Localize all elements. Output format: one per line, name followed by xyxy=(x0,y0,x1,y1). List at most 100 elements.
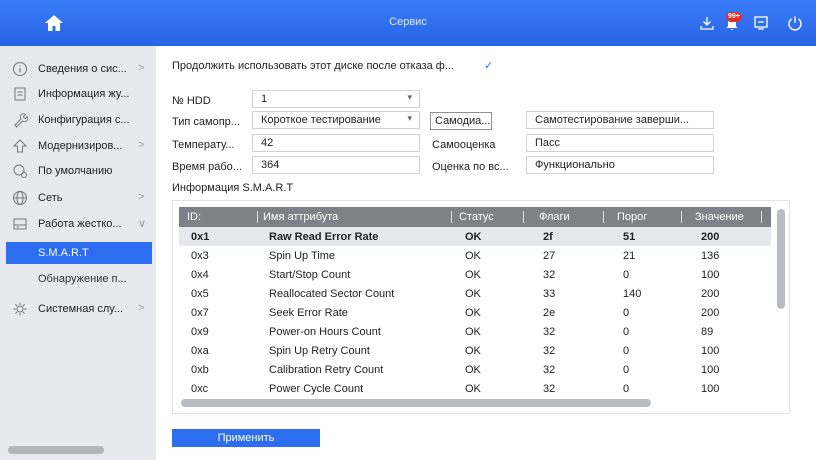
sidebar-subitem-detection[interactable]: Обнаружение п... xyxy=(6,268,152,290)
cell-threshold: 0 xyxy=(623,326,630,338)
sidebar-subitem-label: S.M.A.R.T xyxy=(38,247,89,259)
network-icon xyxy=(13,191,27,205)
column-header-id: ID: xyxy=(187,211,202,223)
download-icon[interactable] xyxy=(698,14,716,32)
info-icon xyxy=(13,62,27,76)
cell-id: 0x4 xyxy=(191,269,209,281)
sidebar-item-default[interactable]: По умолчанию xyxy=(0,158,156,184)
monitor-icon[interactable] xyxy=(752,14,770,32)
continue-after-failure-checkbox[interactable]: ✓ xyxy=(484,59,493,72)
selftest-type-label: Тип самопр... xyxy=(172,116,240,128)
sidebar-item-label: Конфигурация с... xyxy=(38,114,130,126)
alarm-count-badge: 99+ xyxy=(726,12,742,22)
cell-status: OK xyxy=(465,231,482,243)
table-row[interactable]: 0x1 Raw Read Error Rate OK 2f 51 200 xyxy=(179,227,771,246)
hdd-number-select[interactable]: 1 ▾ xyxy=(252,90,420,108)
cell-attribute: Start/Stop Count xyxy=(269,269,351,281)
sidebar-item-label: Сеть xyxy=(38,192,63,204)
wrench-icon xyxy=(14,113,28,128)
temperature-label: Температу... xyxy=(172,139,235,151)
sidebar-scrollbar[interactable] xyxy=(8,446,104,454)
cell-id: 0x5 xyxy=(191,288,209,300)
sidebar-item-config[interactable]: Конфигурация с... xyxy=(0,107,156,133)
power-icon[interactable] xyxy=(786,14,804,32)
table-row[interactable]: 0xa Spin Up Retry Count OK 32 0 100 xyxy=(179,341,771,360)
table-row[interactable]: 0x4 Start/Stop Count OK 32 0 100 xyxy=(179,265,771,284)
cell-status: OK xyxy=(465,288,481,300)
alarm-button[interactable]: 99+ xyxy=(722,12,746,34)
cell-value: 100 xyxy=(701,269,720,281)
cell-attribute: Power-on Hours Count xyxy=(269,326,381,338)
cell-value: 89 xyxy=(701,326,714,338)
dropdown-caret-icon: ▾ xyxy=(407,92,412,102)
column-separator xyxy=(603,211,604,223)
cell-status: OK xyxy=(465,364,481,376)
cell-value: 200 xyxy=(701,307,720,319)
selftest-type-select[interactable]: Короткое тестирование ▾ xyxy=(252,111,420,129)
column-header-value: Значение xyxy=(695,211,744,223)
sidebar-item-network[interactable]: Сеть > xyxy=(0,185,156,211)
cell-attribute: Reallocated Sector Count xyxy=(269,288,395,300)
service-icon xyxy=(13,302,27,316)
cell-status: OK xyxy=(465,269,481,281)
cell-status: OK xyxy=(465,307,481,319)
chevron-down-icon: ∨ xyxy=(138,218,147,230)
table-row[interactable]: 0xb Calibration Retry Count OK 32 0 100 xyxy=(179,360,771,379)
uptime-field: 364 xyxy=(252,156,420,174)
table-header: ID: Имя аттрибута Статус Флаги Порог Зна… xyxy=(179,207,771,227)
sidebar-subitem-label: Обнаружение п... xyxy=(38,273,127,285)
upgrade-icon xyxy=(12,139,28,153)
cell-attribute: Calibration Retry Count xyxy=(269,364,384,376)
cell-flags: 32 xyxy=(543,383,556,395)
temperature-field: 42 xyxy=(252,134,420,152)
cell-id: 0xc xyxy=(191,383,209,395)
cell-attribute: Raw Read Error Rate xyxy=(269,231,379,243)
column-separator xyxy=(257,211,258,223)
table-row[interactable]: 0xc Power Cycle Count OK 32 0 100 xyxy=(179,379,771,398)
cell-status: OK xyxy=(465,345,481,357)
self-evaluation-label: Самооценка xyxy=(432,139,496,151)
column-header-attribute: Имя аттрибута xyxy=(263,211,339,223)
cell-value: 100 xyxy=(701,364,720,376)
table-row[interactable]: 0x7 Seek Error Rate OK 2e 0 200 xyxy=(179,303,771,322)
sidebar-item-system-info[interactable]: Сведения о сис... > xyxy=(0,56,156,82)
table-horizontal-scrollbar[interactable] xyxy=(181,399,651,407)
sidebar-item-label: Системная слу... xyxy=(38,303,123,315)
column-separator xyxy=(761,211,762,223)
sidebar-item-hdd[interactable]: Работа жестко... ∨ xyxy=(0,211,156,237)
cell-status: OK xyxy=(465,383,481,395)
selftest-button[interactable]: Самодиа... xyxy=(430,112,492,130)
main-content: Продолжить использовать этот диске после… xyxy=(156,46,816,460)
cell-flags: 32 xyxy=(543,269,556,281)
cell-status: OK xyxy=(465,326,481,338)
cell-id: 0x1 xyxy=(191,231,210,243)
table-row[interactable]: 0x3 Spin Up Time OK 27 21 136 xyxy=(179,246,771,265)
cell-threshold: 51 xyxy=(623,231,636,243)
cell-flags: 33 xyxy=(543,288,556,300)
sidebar-item-log[interactable]: Информация жу... xyxy=(0,81,156,107)
sidebar-subitem-smart[interactable]: S.M.A.R.T xyxy=(6,242,152,264)
chevron-right-icon: > xyxy=(138,62,145,74)
hdd-icon xyxy=(13,218,27,230)
apply-button[interactable]: Применить xyxy=(172,429,320,447)
cell-id: 0xa xyxy=(191,345,209,357)
table-row[interactable]: 0x5 Reallocated Sector Count OK 33 140 2… xyxy=(179,284,771,303)
cell-id: 0x3 xyxy=(191,250,209,262)
overall-evaluation-field: Функционально xyxy=(526,156,714,174)
table-vertical-scrollbar[interactable] xyxy=(777,209,785,309)
cell-flags: 2f xyxy=(543,231,553,243)
cell-threshold: 0 xyxy=(623,383,630,395)
cell-attribute: Seek Error Rate xyxy=(269,307,348,319)
cell-threshold: 140 xyxy=(623,288,642,300)
sidebar-item-upgrade[interactable]: Модернизиров... > xyxy=(0,133,156,159)
cell-flags: 32 xyxy=(543,345,556,357)
sidebar: Сведения о сис... > Информация жу... Кон… xyxy=(0,46,156,460)
self-evaluation-field: Пасс xyxy=(526,134,714,152)
overall-evaluation-label: Оценка по вс... xyxy=(432,161,509,173)
cell-threshold: 0 xyxy=(623,269,630,281)
chevron-right-icon: > xyxy=(138,302,145,314)
sidebar-item-system-service[interactable]: Системная слу... > xyxy=(0,296,156,322)
cell-id: 0xb xyxy=(191,364,209,376)
table-row[interactable]: 0x9 Power-on Hours Count OK 32 0 89 xyxy=(179,322,771,341)
cell-value: 100 xyxy=(701,383,720,395)
